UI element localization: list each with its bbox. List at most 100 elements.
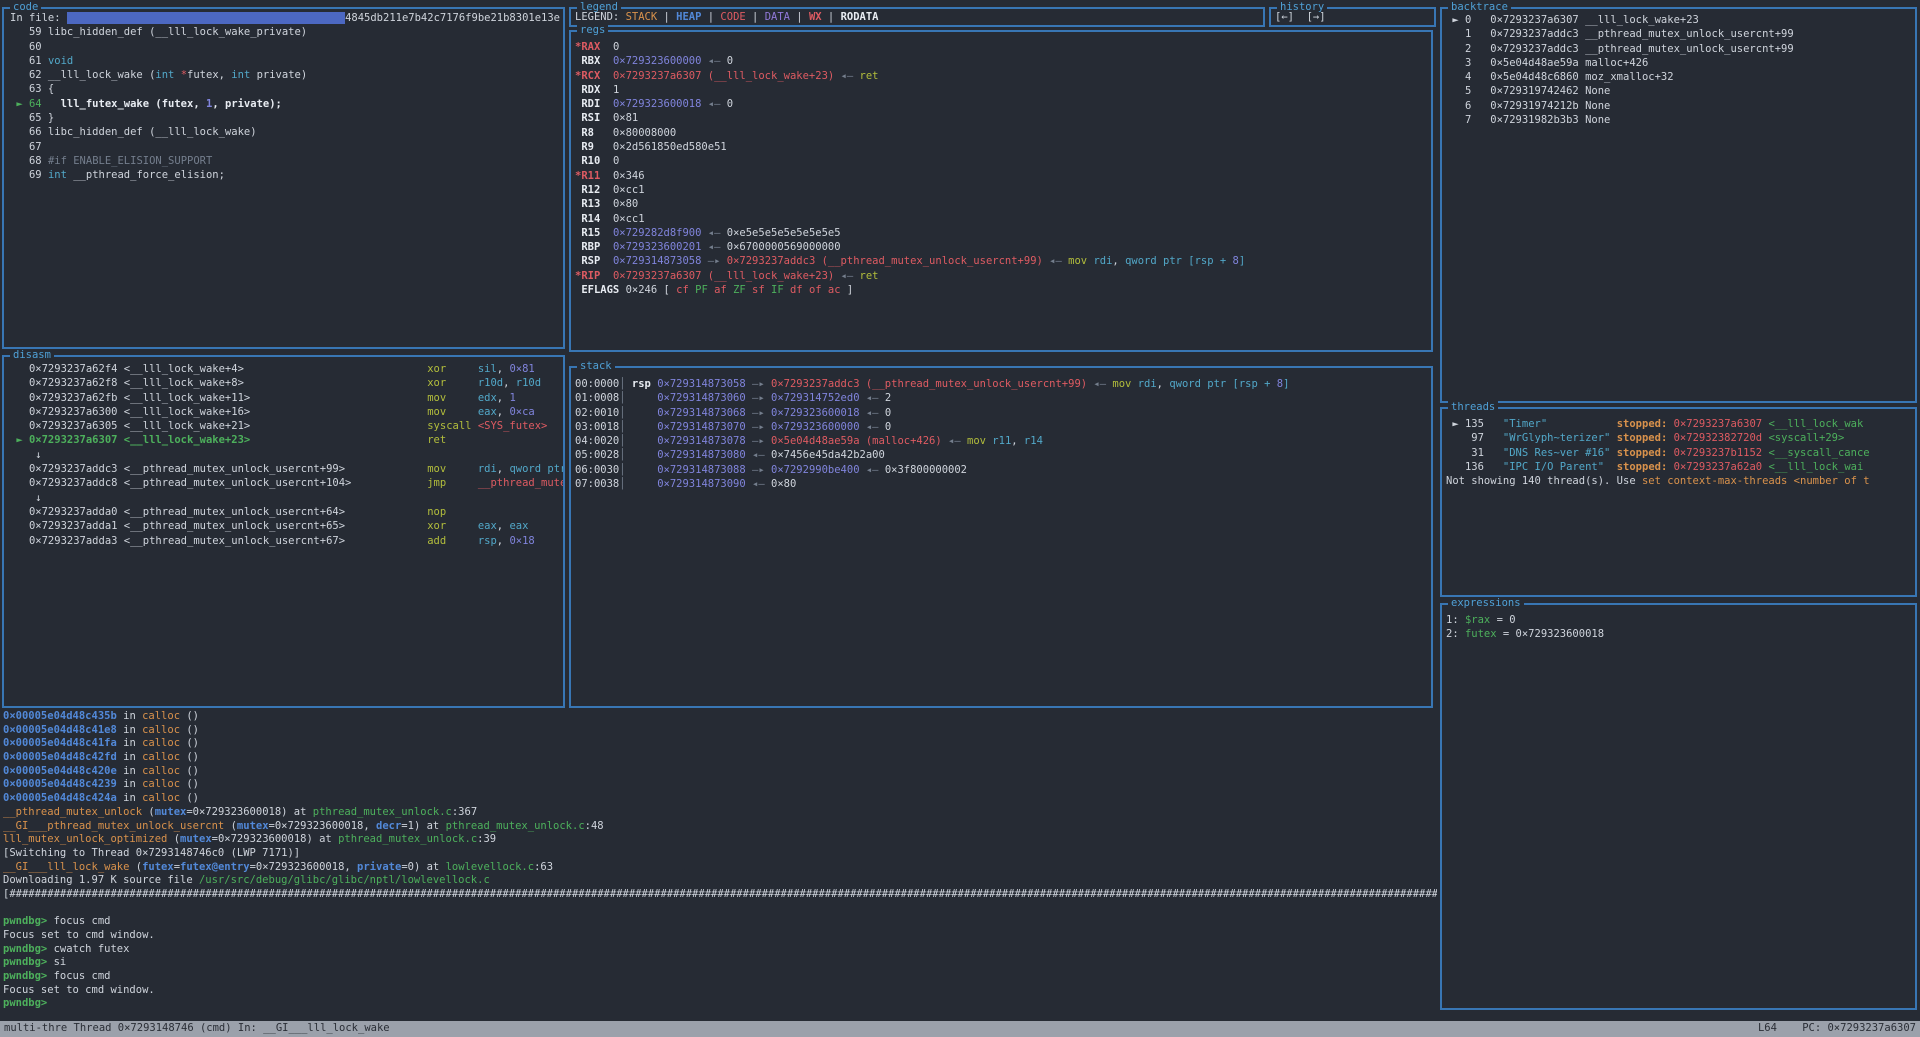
stack-lines: 00:0000│ rsp 0×729314873058 —▸ 0×7293237… <box>571 368 1431 706</box>
text-line: R14 0×cc1 <box>575 212 1427 226</box>
text-line: Focus set to cmd window. <box>3 984 1437 998</box>
text-line: R9 0×2d561850ed580e51 <box>575 140 1427 154</box>
text-line: 05:0028│ 0×729314873080 ◂— 0×7456e45da42… <box>575 448 1427 462</box>
text-line: RDI 0×729323600018 ◂— 0 <box>575 97 1427 111</box>
text-line: 62 __lll_lock_wake (int *futex, int priv… <box>10 68 559 82</box>
text-line: 01:0008│ 0×729314873060 —▸ 0×729314752ed… <box>575 391 1427 405</box>
text-line: R15 0×729282d8f900 ◂— 0×e5e5e5e5e5e5e5e5 <box>575 226 1427 240</box>
registers-panel: regs *RAX 0 RBX 0×729323600000 ◂— 0*RCX … <box>569 30 1433 352</box>
legend-line: LEGEND: STACK | HEAP | CODE | DATA | WX … <box>571 9 1263 25</box>
text-line: 0×7293237a62fb <__lll_lock_wake+11> mov … <box>10 391 559 405</box>
text-line: Not showing 140 thread(s). Use set conte… <box>1446 474 1911 488</box>
text-line: 0×7293237addc3 <__pthread_mutex_unlock_u… <box>10 462 559 476</box>
text-line: 66 libc_hidden_def (__lll_lock_wake) <box>10 125 559 139</box>
disasm-panel: disasm 0×7293237a62f4 <__lll_lock_wake+4… <box>2 355 565 708</box>
text-line: 1 0×7293237addc3 __pthread_mutex_unlock_… <box>1446 27 1911 41</box>
text-line <box>3 902 1437 916</box>
status-bar-left: multi-thre Thread 0×7293148746 (cmd) In:… <box>4 1021 390 1037</box>
text-line: 0×00005e04d48c420e in calloc () <box>3 765 1437 779</box>
text-line: 3 0×5e04d48ae59a malloc+426 <box>1446 56 1911 70</box>
text-line: R10 0 <box>575 154 1427 168</box>
text-line: ► 0×7293237a6307 <__lll_lock_wake+23> re… <box>10 433 559 447</box>
text-line: 7 0×72931982b3b3 None <box>1446 113 1911 127</box>
text-line: 0×00005e04d48c4239 in calloc () <box>3 778 1437 792</box>
text-line: 2: futex = 0×729323600018 <box>1446 627 1911 641</box>
legend-panel: legend LEGEND: STACK | HEAP | CODE | DAT… <box>569 7 1265 27</box>
text-line: [←] [→] <box>1275 10 1430 24</box>
text-line: 0×7293237addc8 <__pthread_mutex_unlock_u… <box>10 476 559 490</box>
pwndbg-terminal: code In file: 4845db211e7b42c7176f9be21b… <box>0 0 1920 1037</box>
stack-panel: stack 00:0000│ rsp 0×729314873058 —▸ 0×7… <box>569 366 1433 708</box>
text-line: 61 void <box>10 54 559 68</box>
text-line: *RIP 0×7293237a6307 (__lll_lock_wake+23)… <box>575 269 1427 283</box>
text-line: 0×7293237a62f8 <__lll_lock_wake+8> xor r… <box>10 376 559 390</box>
text-line: ► 135 "Timer" stopped: 0×7293237a6307 <_… <box>1446 417 1911 431</box>
text-line: 0×7293237adda0 <__pthread_mutex_unlock_u… <box>10 505 559 519</box>
expressions-panel: expressions 1: $rax = 02: futex = 0×7293… <box>1440 603 1917 1010</box>
text-line: __GI___pthread_mutex_unlock_usercnt (mut… <box>3 820 1437 834</box>
text-line: pwndbg> focus cmd <box>3 915 1437 929</box>
text-line: 0×7293237a6300 <__lll_lock_wake+16> mov … <box>10 405 559 419</box>
text-line: 60 <box>10 40 559 54</box>
text-line: 63 { <box>10 82 559 96</box>
text-line: 67 <box>10 140 559 154</box>
text-line: 0×00005e04d48c41fa in calloc () <box>3 737 1437 751</box>
text-line: 1: $rax = 0 <box>1446 613 1911 627</box>
text-line: ► 64 lll_futex_wake (futex, 1, private); <box>10 97 559 111</box>
text-line: R12 0×cc1 <box>575 183 1427 197</box>
text-line: [#######################################… <box>3 888 1437 902</box>
text-line: 97 "WrGlyph~terizer" stopped: 0×72932382… <box>1446 431 1911 445</box>
text-line: __pthread_mutex_unlock (mutex=0×72932360… <box>3 806 1437 820</box>
text-line: 4 0×5e04d48c6860 moz_xmalloc+32 <box>1446 70 1911 84</box>
text-line: RBP 0×729323600201 ◂— 0×6700000569000000 <box>575 240 1427 254</box>
text-line: 0×7293237adda1 <__pthread_mutex_unlock_u… <box>10 519 559 533</box>
text-line: *R11 0×346 <box>575 169 1427 183</box>
text-line: 6 0×72931974212b None <box>1446 99 1911 113</box>
text-line: R8 0×80008000 <box>575 126 1427 140</box>
text-line: 65 } <box>10 111 559 125</box>
text-line: LEGEND: STACK | HEAP | CODE | DATA | WX … <box>575 10 1259 24</box>
backtrace-lines: ► 0 0×7293237a6307 __lll_lock_wake+23 1 … <box>1442 9 1915 401</box>
text-line: __GI___lll_lock_wake (futex=futex@entry=… <box>3 861 1437 875</box>
text-line: pwndbg> <box>3 997 1437 1011</box>
text-line: RSI 0×81 <box>575 111 1427 125</box>
text-line: 04:0020│ 0×729314873078 —▸ 0×5e04d48ae59… <box>575 434 1427 448</box>
threads-panel: threads ► 135 "Timer" stopped: 0×7293237… <box>1440 407 1917 597</box>
history-nav-buttons[interactable]: [←] [→] <box>1271 9 1434 25</box>
text-line: ↓ <box>10 491 559 505</box>
text-line: 31 "DNS Res~ver #16" stopped: 0×7293237b… <box>1446 446 1911 460</box>
text-line: Focus set to cmd window. <box>3 929 1437 943</box>
text-line: 0×00005e04d48c435b in calloc () <box>3 710 1437 724</box>
text-line: 0×7293237a62f4 <__lll_lock_wake+4> xor s… <box>10 362 559 376</box>
text-line: 0×00005e04d48c41e8 in calloc () <box>3 724 1437 738</box>
text-line: *RAX 0 <box>575 40 1427 54</box>
text-line: 06:0030│ 0×729314873088 —▸ 0×7292990be40… <box>575 463 1427 477</box>
text-line: pwndbg> si <box>3 956 1437 970</box>
code-lines: In file: 4845db211e7b42c7176f9be21b8301e… <box>4 9 563 347</box>
command-output[interactable]: 0×00005e04d48c435b in calloc ()0×00005e0… <box>0 710 1437 1016</box>
text-line: RSP 0×729314873058 —▸ 0×7293237addc3 (__… <box>575 254 1427 268</box>
text-line: 136 "IPC I/O Parent" stopped: 0×7293237a… <box>1446 460 1911 474</box>
code-panel: code In file: 4845db211e7b42c7176f9be21b… <box>2 7 565 349</box>
text-line: [Switching to Thread 0×7293148746c0 (LWP… <box>3 847 1437 861</box>
text-line: 0×7293237a6305 <__lll_lock_wake+21> sysc… <box>10 419 559 433</box>
backtrace-panel: backtrace ► 0 0×7293237a6307 __lll_lock_… <box>1440 7 1917 403</box>
text-line: RBX 0×729323600000 ◂— 0 <box>575 54 1427 68</box>
text-line: 00:0000│ rsp 0×729314873058 —▸ 0×7293237… <box>575 377 1427 391</box>
threads-lines: ► 135 "Timer" stopped: 0×7293237a6307 <_… <box>1442 409 1915 595</box>
text-line: RDX 1 <box>575 83 1427 97</box>
text-line: EFLAGS 0×246 [ cf PF af ZF sf IF df of a… <box>575 283 1427 297</box>
text-line: 0×7293237adda3 <__pthread_mutex_unlock_u… <box>10 534 559 548</box>
text-line: ► 0 0×7293237a6307 __lll_lock_wake+23 <box>1446 13 1911 27</box>
text-line: 0×00005e04d48c424a in calloc () <box>3 792 1437 806</box>
text-line: 0×00005e04d48c42fd in calloc () <box>3 751 1437 765</box>
text-line: Downloading 1.97 K source file /usr/src/… <box>3 874 1437 888</box>
text-line: 2 0×7293237addc3 __pthread_mutex_unlock_… <box>1446 42 1911 56</box>
text-line: R13 0×80 <box>575 197 1427 211</box>
registers-lines: *RAX 0 RBX 0×729323600000 ◂— 0*RCX 0×729… <box>571 32 1431 350</box>
text-line: 07:0038│ 0×729314873090 ◂— 0×80 <box>575 477 1427 491</box>
text-line: 68 #if ENABLE_ELISION_SUPPORT <box>10 154 559 168</box>
text-line: 69 int __pthread_force_elision; <box>10 168 559 182</box>
history-panel: history [←] [→] <box>1269 7 1436 27</box>
status-bar-right: L64 PC: 0×7293237a6307 <box>1758 1021 1916 1037</box>
